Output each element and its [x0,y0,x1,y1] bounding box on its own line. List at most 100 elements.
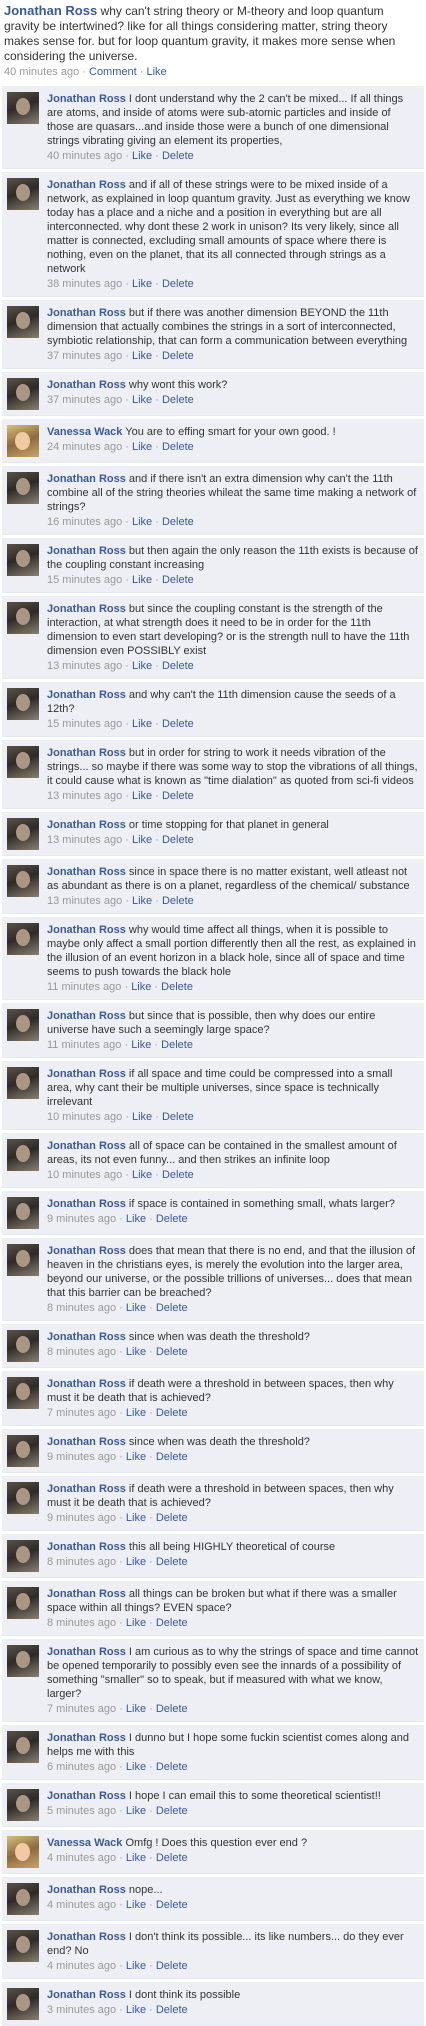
avatar[interactable] [7,1988,39,2020]
comment-author[interactable]: Jonathan Ross [47,1010,126,1022]
avatar[interactable] [7,1139,39,1171]
avatar[interactable] [7,1435,39,1467]
like-link[interactable]: Like [132,394,152,406]
avatar[interactable] [7,425,39,457]
delete-link[interactable]: Delete [162,350,194,362]
comment-author[interactable]: Jonathan Ross [47,93,126,105]
avatar[interactable] [7,1731,39,1763]
avatar[interactable] [7,602,39,634]
post-like-link[interactable]: Like [146,66,166,78]
comment-author[interactable]: Jonathan Ross [47,1989,126,2001]
like-link[interactable]: Like [126,1761,146,1773]
avatar[interactable] [7,1836,39,1868]
like-link[interactable]: Like [126,1213,146,1225]
avatar[interactable] [7,1009,39,1041]
like-link[interactable]: Like [132,790,152,802]
avatar[interactable] [7,1244,39,1276]
delete-link[interactable]: Delete [156,1960,188,1972]
like-link[interactable]: Like [132,278,152,290]
comment-time[interactable]: 8 minutes ago [47,1617,116,1629]
comment-time[interactable]: 8 minutes ago [47,1302,116,1314]
avatar[interactable] [7,746,39,778]
comment-author[interactable]: Jonathan Ross [47,1931,126,1943]
comment-author[interactable]: Jonathan Ross [47,603,126,615]
like-link[interactable]: Like [126,1556,146,1568]
avatar[interactable] [7,1587,39,1619]
delete-link[interactable]: Delete [162,895,194,907]
delete-link[interactable]: Delete [161,981,193,993]
like-link[interactable]: Like [132,441,152,453]
avatar[interactable] [7,544,39,576]
avatar[interactable] [7,1197,39,1229]
comment-time[interactable]: 37 minutes ago [47,394,122,406]
comment-time[interactable]: 4 minutes ago [47,1852,116,1864]
comment-time[interactable]: 9 minutes ago [47,1512,116,1524]
like-link[interactable]: Like [132,895,152,907]
comment-time[interactable]: 38 minutes ago [47,278,122,290]
delete-link[interactable]: Delete [162,834,194,846]
comment-author[interactable]: Jonathan Ross [47,1436,126,1448]
avatar[interactable] [7,1645,39,1677]
delete-link[interactable]: Delete [162,278,194,290]
like-link[interactable]: Like [126,1960,146,1972]
comment-time[interactable]: 7 minutes ago [47,1407,116,1419]
delete-link[interactable]: Delete [156,2004,188,2016]
like-link[interactable]: Like [132,574,152,586]
comment-author[interactable]: Jonathan Ross [47,1646,126,1658]
delete-link[interactable]: Delete [156,1556,188,1568]
delete-link[interactable]: Delete [162,1111,194,1123]
comment-author[interactable]: Jonathan Ross [47,1790,126,1802]
comment-author[interactable]: Jonathan Ross [47,1245,126,1257]
like-link[interactable]: Like [126,1899,146,1911]
comment-time[interactable]: 11 minutes ago [47,981,121,993]
comment-time[interactable]: 16 minutes ago [47,516,122,528]
comment-time[interactable]: 10 minutes ago [47,1169,122,1181]
comment-author[interactable]: Jonathan Ross [47,866,126,878]
like-link[interactable]: Like [132,516,152,528]
comment-time[interactable]: 13 minutes ago [47,834,122,846]
delete-link[interactable]: Delete [156,1805,188,1817]
delete-link[interactable]: Delete [156,1346,188,1358]
avatar[interactable] [7,1067,39,1099]
avatar[interactable] [7,472,39,504]
delete-link[interactable]: Delete [156,1899,188,1911]
avatar[interactable] [7,178,39,210]
comment-time[interactable]: 15 minutes ago [47,718,122,730]
comment-author[interactable]: Jonathan Ross [47,1483,126,1495]
comment-author[interactable]: Jonathan Ross [47,1068,126,1080]
comment-time[interactable]: 5 minutes ago [47,1805,116,1817]
comment-author[interactable]: Jonathan Ross [47,379,126,391]
like-link[interactable]: Like [126,1407,146,1419]
comment-time[interactable]: 37 minutes ago [47,350,122,362]
like-link[interactable]: Like [126,1617,146,1629]
like-link[interactable]: Like [132,834,152,846]
like-link[interactable]: Like [132,660,152,672]
avatar[interactable] [7,1330,39,1362]
comment-author[interactable]: Vanessa Wack [47,1837,122,1849]
like-link[interactable]: Like [131,1039,151,1051]
delete-link[interactable]: Delete [161,1039,193,1051]
comment-author[interactable]: Jonathan Ross [47,689,126,701]
comment-author[interactable]: Jonathan Ross [47,473,126,485]
avatar[interactable] [7,306,39,338]
comment-author[interactable]: Jonathan Ross [47,179,126,191]
comment-author[interactable]: Jonathan Ross [47,1732,126,1744]
comment-time[interactable]: 4 minutes ago [47,1960,116,1972]
delete-link[interactable]: Delete [156,1852,188,1864]
avatar[interactable] [7,92,39,124]
avatar[interactable] [7,378,39,410]
comment-time[interactable]: 13 minutes ago [47,895,122,907]
like-link[interactable]: Like [132,350,152,362]
comment-time[interactable]: 9 minutes ago [47,1213,116,1225]
delete-link[interactable]: Delete [156,1451,188,1463]
comment-author[interactable]: Jonathan Ross [47,1541,126,1553]
like-link[interactable]: Like [132,718,152,730]
avatar[interactable] [7,688,39,720]
like-link[interactable]: Like [126,1346,146,1358]
delete-link[interactable]: Delete [156,1213,188,1225]
comment-time[interactable]: 24 minutes ago [47,441,122,453]
delete-link[interactable]: Delete [156,1703,188,1715]
delete-link[interactable]: Delete [162,394,194,406]
like-link[interactable]: Like [126,1302,146,1314]
comment-time[interactable]: 10 minutes ago [47,1111,122,1123]
